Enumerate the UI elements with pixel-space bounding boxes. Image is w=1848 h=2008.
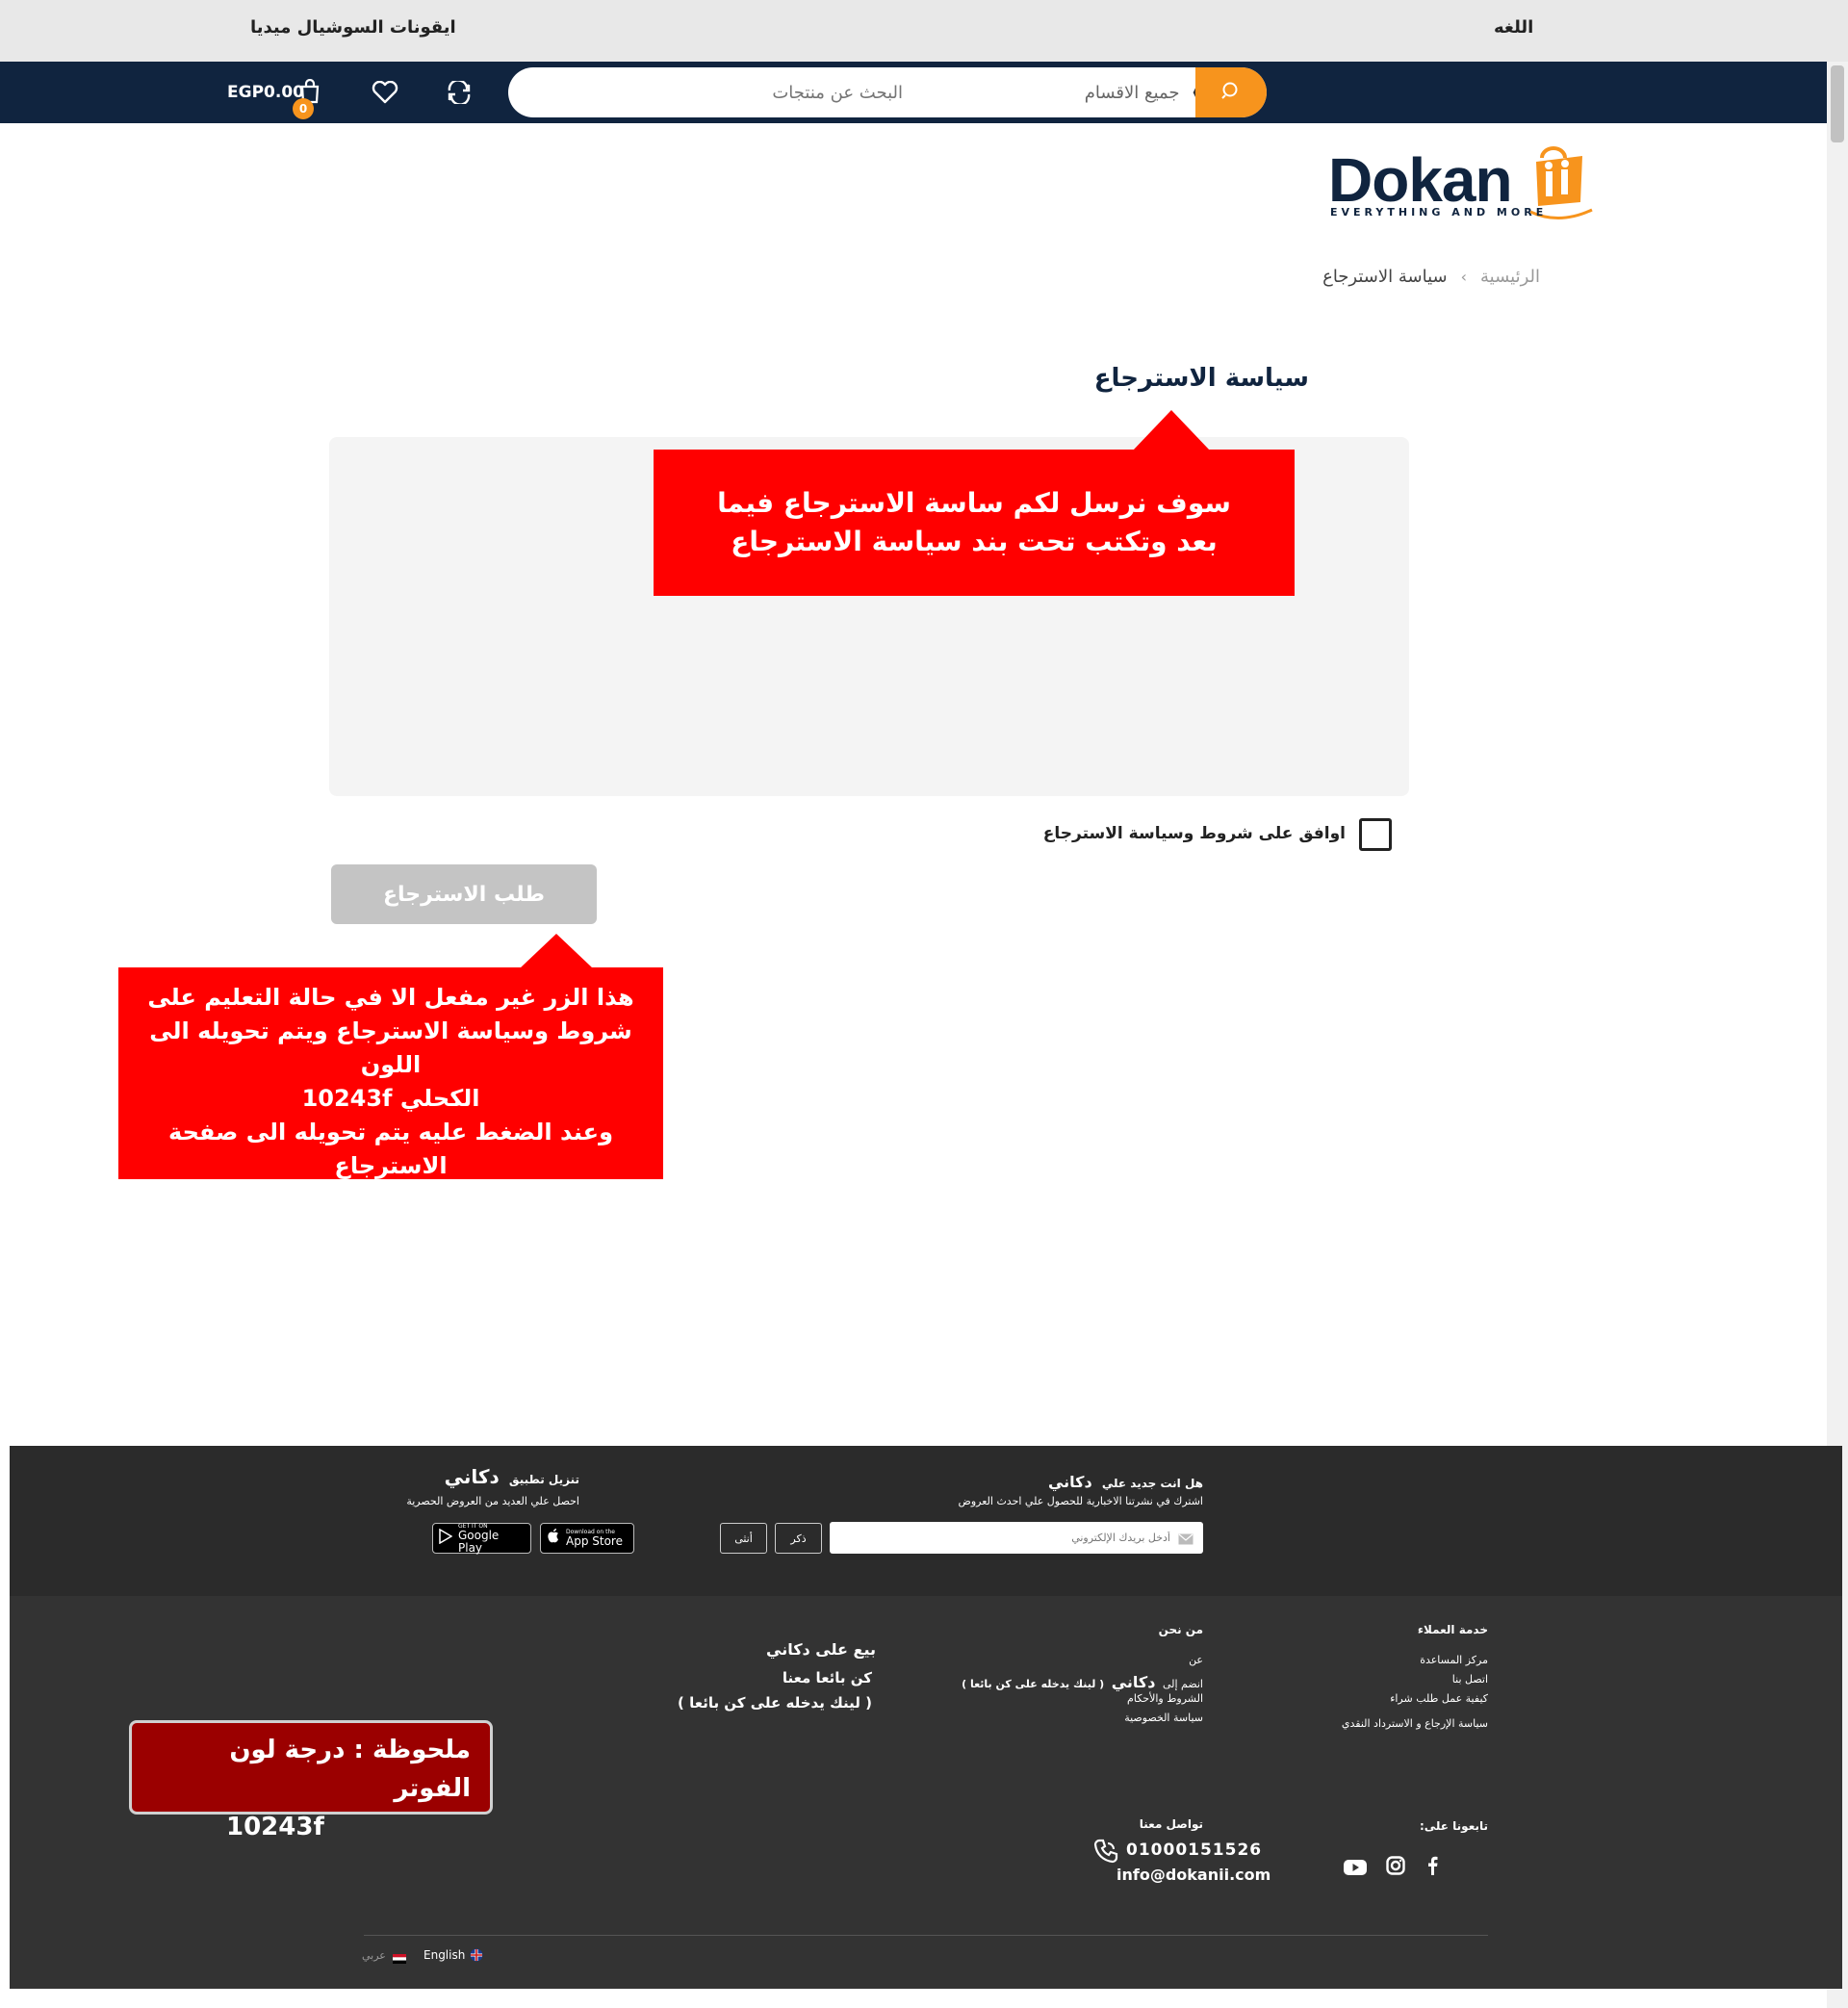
google-play-icon	[439, 1528, 453, 1548]
callout-arrow	[520, 934, 593, 968]
breadcrumb-home[interactable]: الرئيسية	[1480, 267, 1540, 287]
join-prefix: انضم إلى	[1162, 1678, 1203, 1690]
language-arabic[interactable]: عربي	[362, 1949, 386, 1962]
callout-line: الكحلي 10243f	[301, 1085, 480, 1112]
note-line-1: ملحوظة : درجة لون الفوتر	[229, 1736, 471, 1803]
become-seller-note: ( لينك يدخله على كن بائعا )	[678, 1694, 872, 1712]
youtube-icon[interactable]	[1344, 1860, 1367, 1879]
annotation-callout-policy: سوف نرسل لكم ساسة الاسترجاع فيما بعد وتك…	[654, 450, 1295, 596]
customer-service-heading: خدمة العملاء	[1417, 1623, 1488, 1636]
facebook-icon[interactable]	[1428, 1856, 1438, 1879]
gender-female-button[interactable]: أنثى	[720, 1523, 767, 1554]
newsletter-subtitle: اشترك في نشرتنا الاخبارية للحصول علي احد…	[958, 1495, 1203, 1507]
footer-color-note: ملحوظة : درجة لون الفوتر 10243f	[129, 1720, 493, 1841]
language-selector[interactable]: اللغه	[1494, 17, 1533, 38]
join-brand: دكاني	[1111, 1673, 1156, 1691]
breadcrumb: الرئيسية › سياسة الاسترجاع	[1309, 262, 1540, 291]
breadcrumb-separator: ›	[1460, 267, 1467, 286]
footer-link-return-policy[interactable]: سياسة الإرجاع و الاسترداد النقدي	[1342, 1717, 1488, 1730]
footer-link-privacy[interactable]: سياسة الخصوصية	[1124, 1712, 1203, 1724]
category-select[interactable]: جميع الاقسام ▲▼	[1009, 67, 1201, 117]
google-play-button[interactable]: GET IT ON Google Play	[432, 1523, 531, 1554]
site-logo[interactable]: Dokan EVERYTHING AND MORE	[1328, 139, 1594, 227]
callout-line: هذا الزر غير مفعل الا في حالة التعليم عل…	[147, 984, 634, 1011]
mail-icon	[1178, 1531, 1194, 1549]
footer-link-how-to-order[interactable]: كيفية عمل طلب شراء	[1390, 1692, 1488, 1705]
sell-on-dokani-title[interactable]: بيع على دكاني	[766, 1640, 876, 1659]
uk-flag-icon	[470, 1947, 483, 1966]
annotation-callout-button: هذا الزر غير مفعل الا في حالة التعليم عل…	[118, 967, 663, 1179]
apple-icon	[547, 1529, 560, 1548]
footer-link-about[interactable]: عن	[1189, 1654, 1203, 1666]
footer-divider	[364, 1935, 1488, 1936]
app-download-heading: تنزيل تطبيق دكاني	[445, 1465, 579, 1488]
language-english[interactable]: English	[424, 1948, 465, 1962]
logo-text: Dokan	[1328, 145, 1513, 215]
footer-newsletter-band	[10, 1446, 1842, 1596]
app-brand: دكاني	[444, 1465, 500, 1488]
footer-link-join-seller[interactable]: انضم إلى دكاني ( لينك يدخله على كن بائعا…	[962, 1673, 1203, 1691]
callout-line: شروط وسياسة الاسترجاع ويتم تحويله الى ال…	[149, 1017, 632, 1078]
footer-link-contact[interactable]: اتصل بنا	[1452, 1673, 1488, 1686]
app-store-button[interactable]: Download on the App Store	[540, 1523, 634, 1554]
search-button[interactable]	[1195, 67, 1267, 117]
become-seller-link[interactable]: كن بائعا معنا	[783, 1669, 872, 1686]
agree-label[interactable]: اوافق على شروط وسياسة الاسترجاع	[1043, 824, 1346, 843]
top-bar: ايقونات السوشيال ميديا اللغه	[0, 0, 1848, 62]
search-icon	[1220, 80, 1242, 105]
newsletter-heading-text: هل انت جديد علي	[1101, 1477, 1203, 1490]
heart-icon[interactable]	[372, 80, 398, 108]
footer-link-help-center[interactable]: مركز المساعدة	[1420, 1654, 1488, 1666]
return-request-button[interactable]: طلب الاسترجاع	[331, 864, 597, 924]
egypt-flag-icon	[393, 1949, 406, 1968]
search-bar: جميع الاقسام ▲▼	[508, 67, 1267, 117]
main-nav-bar: EGP0.00 0 جميع الاقسام ▲▼	[0, 62, 1827, 123]
app-subtitle: احصل علي العديد من العروض الحصرية	[406, 1495, 579, 1507]
cart-total[interactable]: EGP0.00	[227, 83, 304, 102]
contact-heading: تواصل معنا	[1139, 1817, 1203, 1831]
cart-count-badge: 0	[293, 98, 314, 119]
note-line-2: 10243f	[226, 1813, 324, 1841]
join-note: ( لينك يدخله على كن بائعا )	[962, 1678, 1105, 1690]
breadcrumb-current: سياسة الاسترجاع	[1322, 266, 1448, 287]
logo-tagline: EVERYTHING AND MORE	[1330, 206, 1548, 219]
newsletter-brand: دكاني	[1047, 1473, 1092, 1491]
footer-link-terms[interactable]: الشروط والأحكام	[1127, 1692, 1203, 1705]
newsletter-email-input[interactable]	[830, 1522, 1203, 1554]
category-select-label: جميع الاقسام	[1084, 82, 1180, 103]
compare-icon[interactable]	[446, 79, 473, 108]
about-heading: من نحن	[1158, 1623, 1203, 1636]
search-input[interactable]	[537, 67, 903, 117]
phone-icon	[1093, 1839, 1118, 1867]
google-play-big: Google Play	[458, 1528, 500, 1555]
newsletter-heading: هل انت جديد علي دكاني	[1048, 1473, 1203, 1491]
social-icons-placeholder: ايقونات السوشيال ميديا	[250, 17, 456, 38]
follow-us-heading: تابعونا على:	[1419, 1819, 1488, 1833]
gender-male-button[interactable]: ذكر	[775, 1523, 822, 1554]
app-heading-text: تنزيل تطبيق	[508, 1473, 579, 1486]
annotation-callout-policy-text: سوف نرسل لكم ساسة الاسترجاع فيما بعد وتك…	[717, 487, 1231, 557]
page-title: سياسة الاسترجاع	[1093, 364, 1309, 393]
contact-phone[interactable]: 01000151526	[1126, 1841, 1262, 1860]
instagram-icon[interactable]	[1386, 1856, 1405, 1879]
agree-checkbox[interactable]	[1359, 818, 1392, 851]
callout-line: الاسترجاع	[334, 1152, 448, 1179]
contact-email[interactable]: info@dokanii.com	[1116, 1866, 1270, 1884]
agree-row: اوافق على شروط وسياسة الاسترجاع	[1043, 816, 1392, 855]
callout-arrow	[1133, 410, 1210, 451]
scrollbar-thumb[interactable]	[1831, 65, 1844, 142]
app-store-big: App Store	[566, 1534, 623, 1548]
callout-line: وعند الضغط عليه يتم تحويله الى صفحة	[168, 1119, 613, 1146]
